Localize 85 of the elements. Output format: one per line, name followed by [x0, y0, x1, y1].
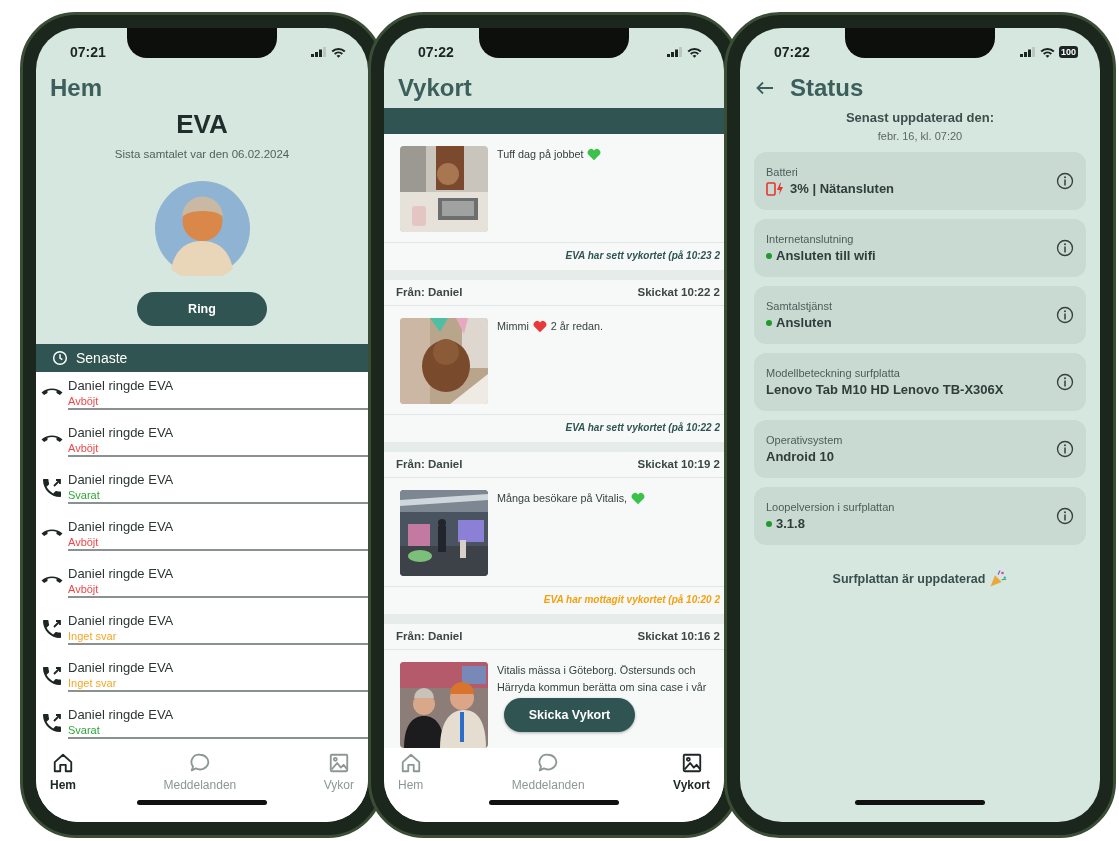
info-icon[interactable]	[1056, 172, 1074, 190]
home-icon	[399, 752, 422, 774]
back-arrow-icon[interactable]	[756, 81, 774, 95]
status-label: Operativsystem	[766, 432, 844, 448]
status-time: 07:22	[774, 42, 810, 62]
info-icon[interactable]	[1056, 507, 1074, 525]
wifi-icon	[687, 46, 702, 58]
receipt-text: EVA har sett vykortet (på 10:23 2	[384, 242, 724, 270]
sender-text: Från: Daniel	[396, 628, 463, 644]
status-time: 07:22	[418, 42, 454, 62]
updated-label: Senast uppdaterad den:	[845, 109, 995, 127]
screen-title: Hem	[49, 73, 104, 103]
updated-time: febr. 16, kl. 07:20	[877, 128, 963, 144]
call-title: Daniel ringde EVA	[68, 472, 175, 489]
signal-icon	[1019, 47, 1036, 57]
wifi-icon	[331, 46, 346, 58]
call-status: Svarat	[68, 488, 101, 503]
status-label: Batteri	[766, 164, 799, 180]
nav-tab[interactable]: Vykort	[673, 752, 710, 800]
sent-time: Skickat 10:22 2	[637, 284, 720, 300]
screen-title: Vykort	[397, 73, 473, 103]
hang-up-icon	[40, 386, 64, 397]
nav-tab[interactable]: Hem	[50, 752, 76, 800]
call-title: Daniel ringde EVA	[68, 707, 175, 724]
status-value: Android 10	[766, 447, 834, 466]
section-title: Senaste	[76, 348, 128, 368]
battery-indicator: 100	[1058, 46, 1078, 58]
message-text: Mimmi	[497, 319, 529, 334]
call-title: Daniel ringde EVA	[68, 613, 175, 630]
message-text: Tuff dag på jobbet	[497, 147, 584, 162]
update-message: Surfplattan är uppdaterad	[832, 571, 986, 588]
party-popper-icon	[989, 570, 1008, 589]
battery-charging-icon	[766, 181, 786, 196]
message-text: Vitalis mässa i Göteborg. Östersunds och Härryda kommun berätta om sina case i vår	[497, 663, 708, 695]
sender-text: Från: Daniel	[396, 456, 463, 472]
info-icon[interactable]	[1056, 306, 1074, 324]
message-text: Många besökare på Vitalis,	[497, 491, 628, 506]
call-title: Daniel ringde EVA	[68, 660, 175, 677]
status-value: Lenovo Tab M10 HD Lenovo TB-X306X	[766, 380, 1004, 399]
signal-icon	[667, 47, 683, 57]
signal-icon	[311, 47, 327, 57]
call-status: Avböjt	[68, 582, 100, 597]
status-label: Loopelversion i surfplattan	[766, 499, 896, 515]
sender-text: Från: Daniel	[396, 284, 463, 300]
call-title: Daniel ringde EVA	[68, 378, 175, 395]
call-status: Inget svar	[68, 629, 118, 644]
call-button[interactable]: Ring	[137, 292, 267, 327]
call-title: Daniel ringde EVA	[68, 425, 175, 442]
call-status: Svarat	[68, 723, 101, 738]
status-label: Internetanslutning	[766, 231, 855, 247]
image-icon	[327, 752, 350, 774]
info-icon[interactable]	[1056, 440, 1074, 458]
status-value: Ansluten till wifi	[776, 246, 876, 265]
wifi-icon	[1039, 46, 1055, 58]
status-value: 3% | Nätansluten	[790, 179, 895, 198]
clock-icon	[52, 350, 68, 367]
last-call-text: Sista samtalet var den 06.02.2024	[114, 147, 290, 162]
hang-up-icon	[40, 527, 64, 538]
sent-time: Skickat 10:16 2	[637, 628, 720, 644]
receipt-text: EVA har mottagit vykortet (på 10:20 2	[384, 586, 724, 614]
home-icon	[52, 752, 74, 774]
image-icon	[680, 752, 703, 774]
info-icon[interactable]	[1056, 373, 1074, 391]
call-status: Avböjt	[68, 441, 100, 456]
message-text: 2 år redan.	[550, 319, 603, 334]
status-value: 3.1.8	[776, 514, 805, 533]
call-title: Daniel ringde EVA	[68, 566, 175, 583]
call-status: Inget svar	[68, 676, 118, 691]
chat-bubble-icon	[188, 752, 211, 774]
info-icon[interactable]	[1056, 239, 1074, 257]
call-title: Daniel ringde EVA	[68, 519, 175, 536]
chat-bubble-icon	[537, 752, 560, 774]
receipt-text: EVA har sett vykortet (på 10:22 2	[384, 414, 724, 442]
status-label: Samtalstjänst	[766, 298, 834, 314]
sent-time: Skickat 10:19 2	[637, 456, 720, 472]
contact-name: EVA	[176, 108, 228, 140]
hang-up-icon	[40, 574, 64, 585]
send-postcard-button[interactable]: Skicka Vykort	[504, 698, 635, 732]
status-label: Modellbeteckning surfplatta	[766, 365, 901, 381]
call-status: Avböjt	[68, 535, 100, 550]
call-status: Avböjt	[68, 394, 100, 409]
status-time: 07:21	[70, 42, 106, 62]
status-value: Ansluten	[776, 313, 832, 332]
hang-up-icon	[40, 433, 64, 444]
screen-title: Status	[790, 73, 864, 103]
